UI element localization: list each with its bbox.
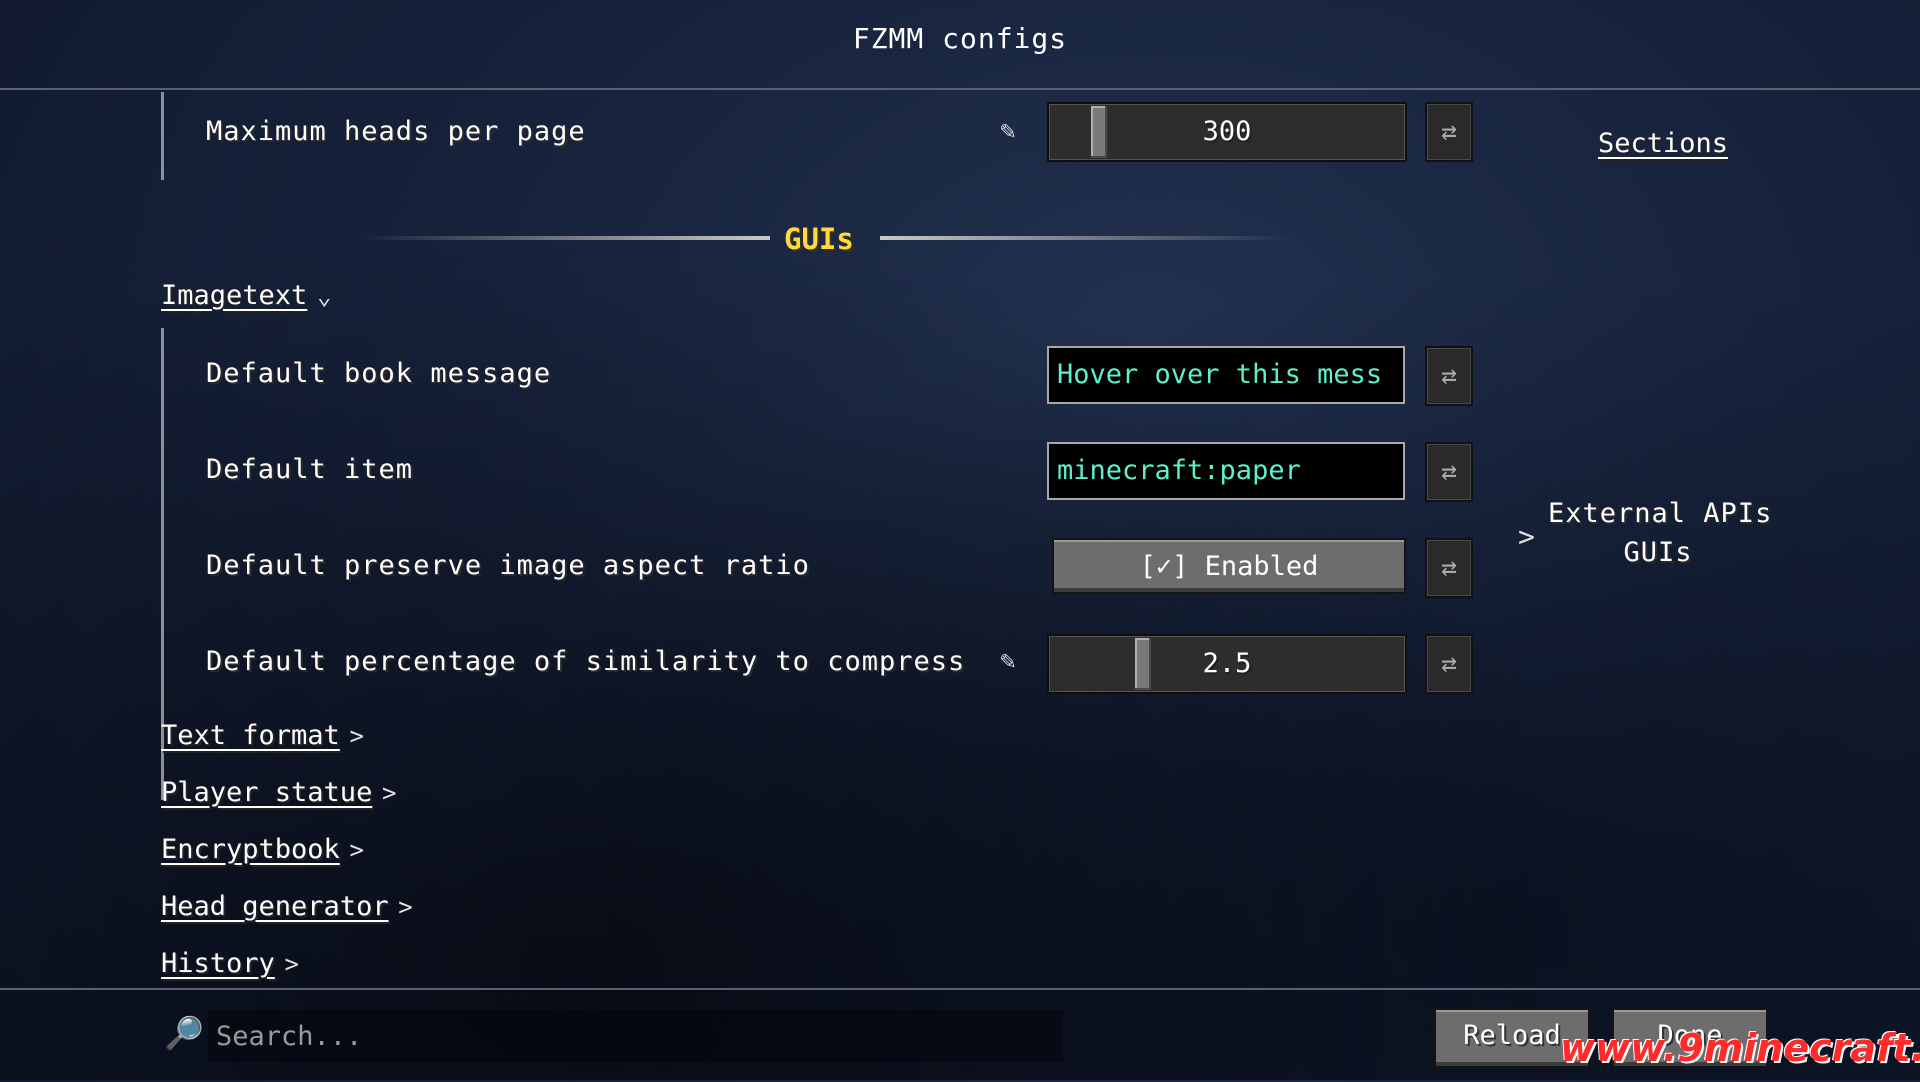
- group-indent-bar: [161, 92, 164, 180]
- book-message-value: Hover over this mess: [1057, 359, 1383, 390]
- reset-button[interactable]: ⇄: [1425, 346, 1473, 406]
- similarity-value: 2.5: [1202, 648, 1252, 679]
- reset-button[interactable]: ⇄: [1425, 102, 1473, 162]
- category-text-format[interactable]: Text format >: [161, 720, 364, 751]
- reset-arrows-icon: ⇄: [1441, 117, 1457, 147]
- category-imagetext-label[interactable]: Imagetext: [161, 280, 307, 311]
- heads-per-page-value: 300: [1202, 116, 1252, 147]
- section-heading-guis: GUIs: [784, 222, 854, 256]
- chevron-right-icon: >: [284, 950, 299, 978]
- reset-arrows-icon: ⇄: [1441, 361, 1457, 391]
- similarity-slider[interactable]: 2.5: [1047, 634, 1407, 694]
- heads-per-page-slider[interactable]: 300: [1047, 102, 1407, 162]
- category-player-statue[interactable]: Player statue >: [161, 777, 396, 808]
- category-imagetext[interactable]: Imagetext ⌄: [161, 280, 331, 311]
- magnifier-icon: 🔎: [164, 1014, 204, 1052]
- reset-arrows-icon: ⇄: [1441, 553, 1457, 583]
- default-item-value: minecraft:paper: [1057, 455, 1301, 486]
- heads-per-page-label: Maximum heads per page: [206, 116, 586, 147]
- category-label[interactable]: Head generator: [161, 891, 389, 922]
- category-label[interactable]: Player statue: [161, 777, 372, 808]
- sidebar-external-apis[interactable]: External APIs: [1548, 498, 1771, 529]
- chevron-down-icon: ⌄: [316, 282, 332, 310]
- aspect-ratio-toggle-label: [✓] Enabled: [1139, 551, 1319, 582]
- divider-left: [360, 236, 770, 240]
- aspect-ratio-label: Default preserve image aspect ratio: [206, 550, 810, 581]
- reset-button[interactable]: ⇄: [1425, 442, 1473, 502]
- sections-link[interactable]: Sections: [1598, 128, 1728, 159]
- sidebar-guis[interactable]: GUIs: [1548, 537, 1768, 568]
- category-history[interactable]: History >: [161, 948, 299, 979]
- chevron-right-icon: >: [398, 893, 413, 921]
- chevron-right-icon: >: [349, 722, 364, 750]
- similarity-label: Default percentage of similarity to comp…: [206, 646, 966, 677]
- category-label[interactable]: Text format: [161, 720, 340, 751]
- config-list[interactable]: Maximum heads per page ✎ 300 ⇄ GUIs Imag…: [0, 90, 1920, 988]
- search-box[interactable]: [208, 1010, 1063, 1062]
- default-item-field[interactable]: minecraft:paper: [1047, 442, 1405, 500]
- book-message-label: Default book message: [206, 358, 552, 389]
- divider-right: [880, 236, 1290, 240]
- aspect-ratio-toggle[interactable]: [✓] Enabled: [1052, 538, 1406, 594]
- chevron-right-icon: >: [381, 779, 397, 807]
- default-item-label: Default item: [206, 454, 414, 485]
- category-label[interactable]: History: [161, 948, 275, 979]
- category-label[interactable]: Encryptbook: [161, 834, 340, 865]
- chevron-right-icon[interactable]: >: [1518, 520, 1535, 553]
- book-message-field[interactable]: Hover over this mess: [1047, 346, 1405, 404]
- reset-arrows-icon: ⇄: [1441, 457, 1457, 487]
- category-head-generator[interactable]: Head generator >: [161, 891, 413, 922]
- reset-button[interactable]: ⇄: [1425, 538, 1473, 598]
- page-title: FZMM configs: [852, 22, 1068, 55]
- pencil-icon: ✎: [1000, 646, 1016, 676]
- chevron-right-icon: >: [349, 836, 364, 864]
- watermark: www.9minecraft.net: [1560, 1026, 1920, 1070]
- search-input[interactable]: [208, 1010, 1063, 1062]
- reset-button[interactable]: ⇄: [1425, 634, 1473, 694]
- category-encryptbook[interactable]: Encryptbook >: [161, 834, 364, 865]
- pencil-icon: ✎: [1000, 116, 1016, 146]
- reset-arrows-icon: ⇄: [1441, 649, 1457, 679]
